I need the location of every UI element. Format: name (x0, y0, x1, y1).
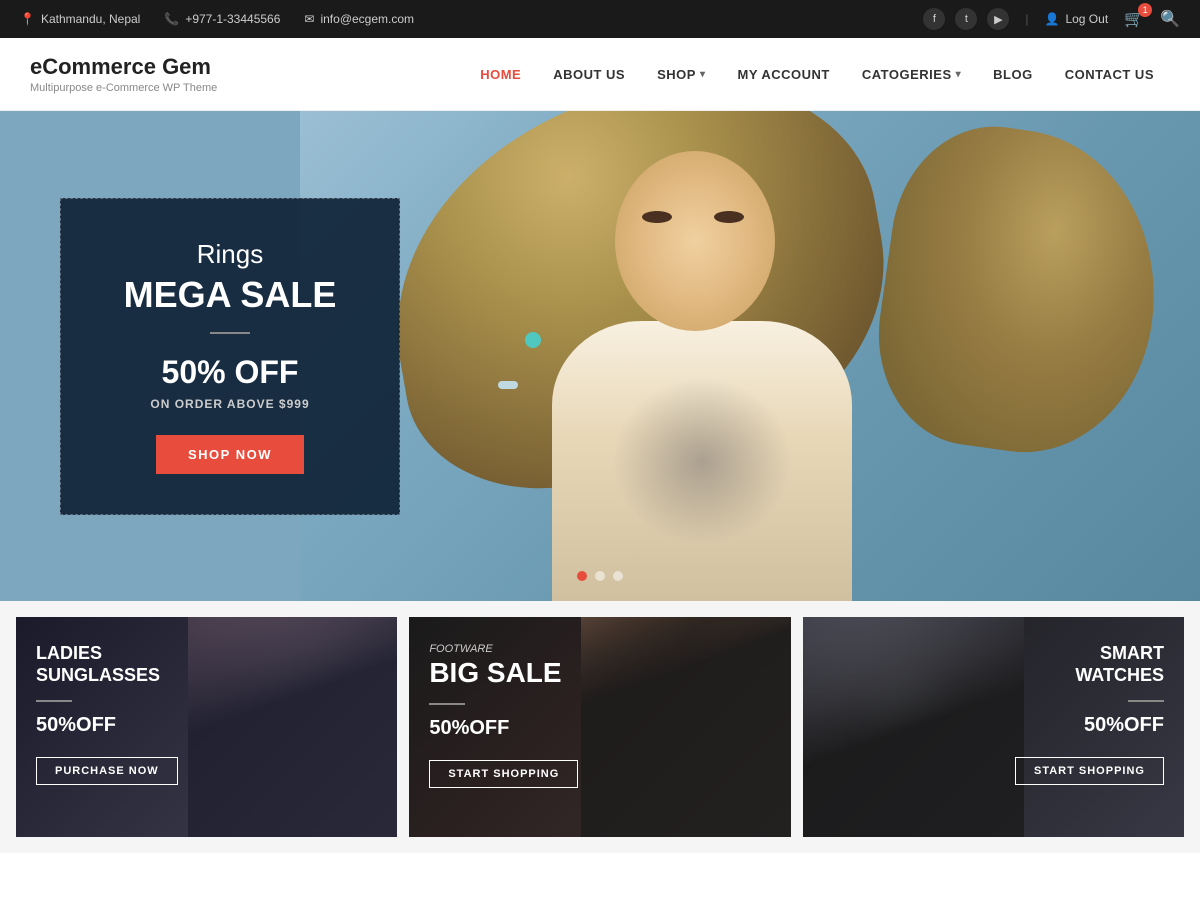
location-text: Kathmandu, Nepal (41, 12, 140, 26)
nav-contact[interactable]: CONTACT US (1049, 59, 1170, 90)
social-links: f t ▶ (923, 8, 1009, 30)
hero-content: Rings MEGA SALE 50% OFF ON ORDER ABOVE $… (60, 198, 400, 515)
sale-percent: 50% OFF (97, 354, 363, 391)
location-icon: 📍 (20, 12, 35, 26)
logo-subtitle: Multipurpose e-Commerce WP Theme (30, 82, 217, 94)
promo-section: LADIESSUNGLASSES 50%OFF PURCHASE NOW FOO… (0, 601, 1200, 853)
facebook-icon[interactable]: f (923, 8, 945, 30)
phone-text: +977-1-33445566 (185, 12, 280, 26)
header: eCommerce Gem Multipurpose e-Commerce WP… (0, 38, 1200, 111)
email-item: ✉ info@ecgem.com (304, 12, 414, 26)
promo-title-footwear: BIG SALE (429, 657, 770, 689)
logo[interactable]: eCommerce Gem Multipurpose e-Commerce WP… (30, 54, 217, 94)
logout-label: Log Out (1065, 12, 1108, 26)
promo-divider-1 (36, 700, 72, 702)
phone-item: 📞 +977-1-33445566 (164, 12, 280, 26)
shop-chevron-icon: ▾ (700, 69, 706, 80)
slide-dot-1[interactable] (577, 571, 587, 581)
promo-card-sunglasses[interactable]: LADIESSUNGLASSES 50%OFF PURCHASE NOW (16, 617, 397, 837)
cart-item[interactable]: 🛒 1 (1124, 9, 1144, 29)
sale-condition: ON ORDER ABOVE $999 (97, 397, 363, 411)
youtube-icon[interactable]: ▶ (987, 8, 1009, 30)
nav-my-account[interactable]: MY ACCOUNT (721, 59, 845, 90)
promo-btn-sunglasses[interactable]: PURCHASE NOW (36, 757, 178, 785)
promo-btn-footwear[interactable]: START SHOPPING (429, 760, 578, 788)
nav-shop[interactable]: SHOP ▾ (641, 59, 721, 90)
hero-image (300, 111, 1200, 601)
twitter-icon[interactable]: t (955, 8, 977, 30)
search-icon[interactable]: 🔍 (1160, 9, 1180, 29)
divider: | (1025, 12, 1028, 26)
promo-card-watches[interactable]: SMARTWATCHES 50%OFF START SHOPPING (803, 617, 1184, 837)
sale-divider (210, 332, 250, 334)
slider-dots (577, 571, 623, 581)
nav-blog[interactable]: BLOG (977, 59, 1049, 90)
phone-icon: 📞 (164, 12, 179, 26)
sale-main-title: MEGA SALE (97, 274, 363, 316)
nav-home[interactable]: HOME (464, 59, 537, 90)
nav-catogeries[interactable]: CATOGERIES ▾ (846, 59, 977, 90)
user-icon: 👤 (1045, 12, 1060, 26)
promo-discount-sunglasses: 50%OFF (36, 714, 377, 737)
promo-content-footwear: FOOTWARE BIG SALE 50%OFF START SHOPPING (409, 617, 790, 814)
promo-discount-footwear: 50%OFF (429, 717, 770, 740)
logo-title: eCommerce Gem (30, 54, 217, 80)
location-item: 📍 Kathmandu, Nepal (20, 12, 140, 26)
sale-box: Rings MEGA SALE 50% OFF ON ORDER ABOVE $… (60, 198, 400, 515)
email-icon: ✉ (304, 12, 314, 26)
promo-title-sunglasses: LADIESSUNGLASSES (36, 643, 377, 686)
hero-section: Rings MEGA SALE 50% OFF ON ORDER ABOVE $… (0, 111, 1200, 601)
logout-item[interactable]: 👤 Log Out (1045, 12, 1109, 26)
nav-about[interactable]: ABOUT US (537, 59, 641, 90)
slide-dot-2[interactable] (595, 571, 605, 581)
hero-background (300, 111, 1200, 601)
promo-card-footwear[interactable]: FOOTWARE BIG SALE 50%OFF START SHOPPING (409, 617, 790, 837)
top-bar-actions: f t ▶ | 👤 Log Out 🛒 1 🔍 (923, 8, 1180, 30)
promo-title-watches: SMARTWATCHES (994, 643, 1164, 686)
promo-divider-3 (1128, 700, 1164, 702)
sale-tag: Rings (97, 239, 363, 270)
catogeries-chevron-icon: ▾ (956, 69, 962, 80)
promo-tag-footwear: FOOTWARE (429, 643, 770, 655)
promo-btn-watches[interactable]: START SHOPPING (1015, 757, 1164, 785)
promo-content-watches: SMARTWATCHES 50%OFF START SHOPPING (974, 617, 1184, 811)
promo-divider-2 (429, 703, 465, 705)
email-text: info@ecgem.com (320, 12, 414, 26)
slide-dot-3[interactable] (613, 571, 623, 581)
promo-content-sunglasses: LADIESSUNGLASSES 50%OFF PURCHASE NOW (16, 617, 397, 811)
shop-now-button[interactable]: SHOP NOW (156, 435, 304, 474)
promo-discount-watches: 50%OFF (994, 714, 1164, 737)
main-nav: HOME ABOUT US SHOP ▾ MY ACCOUNT CATOGERI… (464, 59, 1170, 90)
cart-count: 1 (1138, 3, 1152, 17)
top-bar: 📍 Kathmandu, Nepal 📞 +977-1-33445566 ✉ i… (0, 0, 1200, 38)
top-bar-contact: 📍 Kathmandu, Nepal 📞 +977-1-33445566 ✉ i… (20, 12, 414, 26)
